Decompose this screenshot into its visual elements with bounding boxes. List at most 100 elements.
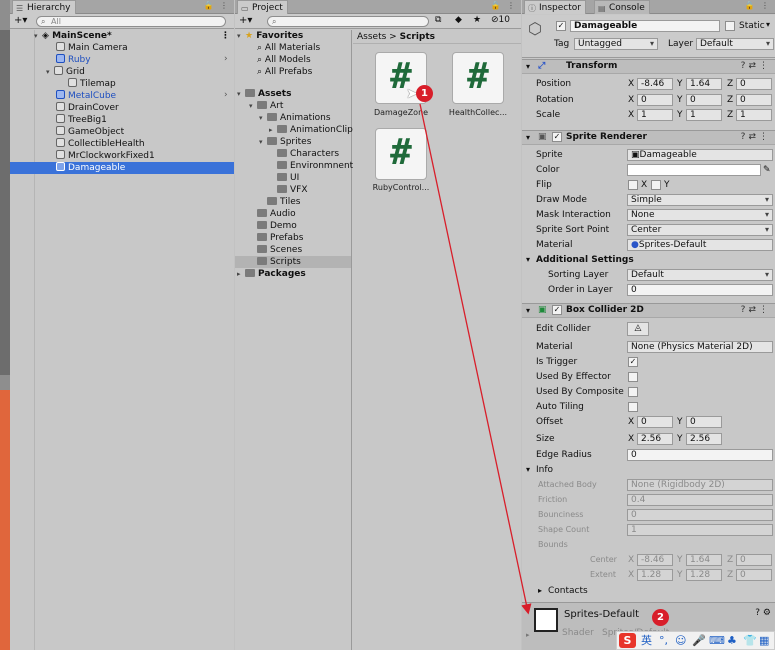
rotation-x[interactable]: 0: [637, 94, 673, 106]
chevron-right-icon[interactable]: ›: [224, 54, 228, 64]
favorite-all-materials[interactable]: ⌕ All Materials: [257, 42, 320, 54]
size-x[interactable]: 2.56: [637, 433, 673, 445]
script-asset-healthcollectible[interactable]: #: [452, 52, 504, 104]
tree-demo[interactable]: Demo: [257, 220, 297, 232]
emoji-icon[interactable]: ☺: [675, 632, 686, 649]
tree-art[interactable]: ▾ Art: [249, 100, 283, 112]
box-collider-enabled-checkbox[interactable]: ✓: [552, 305, 562, 315]
scene-menu-icon[interactable]: ⋮: [221, 30, 230, 42]
favorite-all-prefabs[interactable]: ⌕ All Prefabs: [257, 66, 312, 78]
breadcrumb-scripts[interactable]: Scripts: [400, 32, 435, 42]
hierarchy-item-gameobject[interactable]: GameObject: [56, 126, 124, 138]
edit-collider-button[interactable]: ◬: [627, 322, 649, 336]
panel-menu-icon[interactable]: 🔒 ⋮: [490, 1, 517, 10]
favorite-all-models[interactable]: ⌕ All Models: [257, 54, 311, 66]
info-foldout[interactable]: Info: [536, 465, 553, 475]
position-x[interactable]: -8.46: [637, 78, 673, 90]
tab-console[interactable]: ▤ Console: [594, 0, 650, 14]
tree-ui[interactable]: UI: [277, 172, 299, 184]
search-input[interactable]: ⌕ All: [36, 16, 226, 27]
project-search-input[interactable]: ⌕: [267, 16, 429, 27]
hierarchy-item-tilemap[interactable]: Tilemap: [68, 78, 116, 90]
component-menu-icon[interactable]: ?⇄⋮: [741, 304, 771, 317]
material-field[interactable]: ●Sprites-Default: [627, 239, 773, 251]
sprite-field[interactable]: ▣Damageable: [627, 149, 773, 161]
physics-material-field[interactable]: None (Physics Material 2D): [627, 341, 773, 353]
add-button[interactable]: +▾: [14, 15, 27, 26]
scale-y[interactable]: 1: [686, 109, 722, 121]
static-checkbox[interactable]: [725, 21, 735, 31]
box-collider-header[interactable]: ▾ ▣ ✓ Box Collider 2D ?⇄⋮: [522, 303, 775, 318]
grid-menu-icon[interactable]: ▦: [759, 632, 769, 649]
eyedropper-icon[interactable]: ✎: [763, 165, 771, 175]
add-button[interactable]: +▾: [239, 15, 252, 26]
ime-toolbar[interactable]: S 英 °, ☺ 🎤 ⌨ ♣ 👕 ▦: [616, 631, 775, 650]
ime-mode[interactable]: 英: [641, 632, 652, 649]
contacts-foldout[interactable]: Contacts: [548, 586, 588, 596]
tree-characters[interactable]: Characters: [277, 148, 339, 160]
panel-menu-icon[interactable]: 🔒 ⋮: [203, 1, 230, 10]
active-checkbox[interactable]: ✓: [556, 21, 566, 31]
tab-project[interactable]: ▭ Project: [237, 0, 288, 14]
sorting-layer-dropdown[interactable]: Default: [627, 269, 773, 281]
rotation-z[interactable]: 0: [736, 94, 772, 106]
tree-environment[interactable]: Environmnent: [277, 160, 353, 172]
transform-header[interactable]: ▾ ⤢ Transform ?⇄⋮: [522, 59, 775, 74]
hierarchy-item-ruby[interactable]: Ruby: [56, 54, 91, 66]
hierarchy-item-damageable[interactable]: Damageable: [10, 162, 234, 174]
additional-settings-foldout[interactable]: Additional Settings: [536, 255, 634, 265]
tree-tiles[interactable]: Tiles: [267, 196, 300, 208]
position-y[interactable]: 1.64: [686, 78, 722, 90]
filter-label-icon[interactable]: ◆: [455, 15, 462, 25]
hierarchy-item-main-camera[interactable]: Main Camera: [56, 42, 128, 54]
tab-hierarchy[interactable]: ☰ Hierarchy: [12, 0, 76, 14]
sprite-renderer-enabled-checkbox[interactable]: ✓: [552, 132, 562, 142]
panel-menu-icon[interactable]: 🔒 ⋮: [744, 1, 771, 10]
star-icon[interactable]: ★: [473, 15, 481, 25]
tree-prefabs[interactable]: Prefabs: [257, 232, 303, 244]
edge-radius-field[interactable]: 0: [627, 449, 773, 461]
tree-sprites[interactable]: ▾ Sprites: [259, 136, 311, 148]
sprite-sort-point-dropdown[interactable]: Center: [627, 224, 773, 236]
chevron-down-icon[interactable]: ▾: [766, 20, 770, 29]
filter-type-icon[interactable]: ⧉: [435, 15, 441, 25]
used-by-composite-checkbox[interactable]: [628, 387, 638, 397]
is-trigger-checkbox[interactable]: ✓: [628, 357, 638, 367]
script-asset-rubycontroller[interactable]: #: [375, 128, 427, 180]
used-by-effector-checkbox[interactable]: [628, 372, 638, 382]
hierarchy-item-draincover[interactable]: DrainCover: [56, 102, 119, 114]
layer-dropdown[interactable]: Default: [696, 38, 774, 50]
tree-packages[interactable]: ▸ Packages: [237, 268, 306, 280]
tab-inspector[interactable]: ⓘ Inspector: [524, 0, 586, 14]
flip-y-checkbox[interactable]: [651, 180, 661, 190]
tree-scenes[interactable]: Scenes: [257, 244, 302, 256]
offset-x[interactable]: 0: [637, 416, 673, 428]
tree-audio[interactable]: Audio: [257, 208, 296, 220]
scene-row[interactable]: ▾ ◈ MainScene* ⋮: [34, 30, 234, 42]
color-field[interactable]: [627, 164, 761, 176]
tree-scripts[interactable]: Scripts: [235, 256, 351, 268]
breadcrumb-assets[interactable]: Assets: [357, 32, 386, 42]
hierarchy-item-mrclockwork[interactable]: MrClockworkFixed1: [56, 150, 155, 162]
punctuation-icon[interactable]: °,: [659, 632, 668, 649]
favorites-header[interactable]: ▾ ★ Favorites: [237, 30, 303, 42]
material-menu-icon[interactable]: ? ⚙: [755, 608, 771, 618]
rotation-y[interactable]: 0: [686, 94, 722, 106]
draw-mode-dropdown[interactable]: Simple: [627, 194, 773, 206]
sprite-renderer-header[interactable]: ▾ ▣ ✓ Sprite Renderer ?⇄⋮: [522, 130, 775, 145]
scale-z[interactable]: 1: [736, 109, 772, 121]
tree-vfx[interactable]: VFX: [277, 184, 308, 196]
tag-dropdown[interactable]: Untagged: [574, 38, 658, 50]
component-menu-icon[interactable]: ?⇄⋮: [741, 60, 771, 73]
offset-y[interactable]: 0: [686, 416, 722, 428]
flip-x-checkbox[interactable]: [628, 180, 638, 190]
hidden-packages-icon[interactable]: ⊘10: [491, 15, 510, 25]
tree-animationclip[interactable]: ▸ AnimationClip: [269, 124, 353, 136]
object-name-field[interactable]: Damageable: [570, 20, 720, 32]
microphone-icon[interactable]: 🎤: [692, 632, 706, 649]
keyboard-icon[interactable]: ⌨: [709, 632, 725, 649]
hierarchy-item-metalcube[interactable]: MetalCube: [56, 90, 116, 102]
hierarchy-item-collectiblehealth[interactable]: CollectibleHealth: [56, 138, 145, 150]
hierarchy-item-grid[interactable]: ▾ Grid: [46, 66, 85, 78]
tree-assets[interactable]: ▾ Assets: [237, 88, 291, 100]
